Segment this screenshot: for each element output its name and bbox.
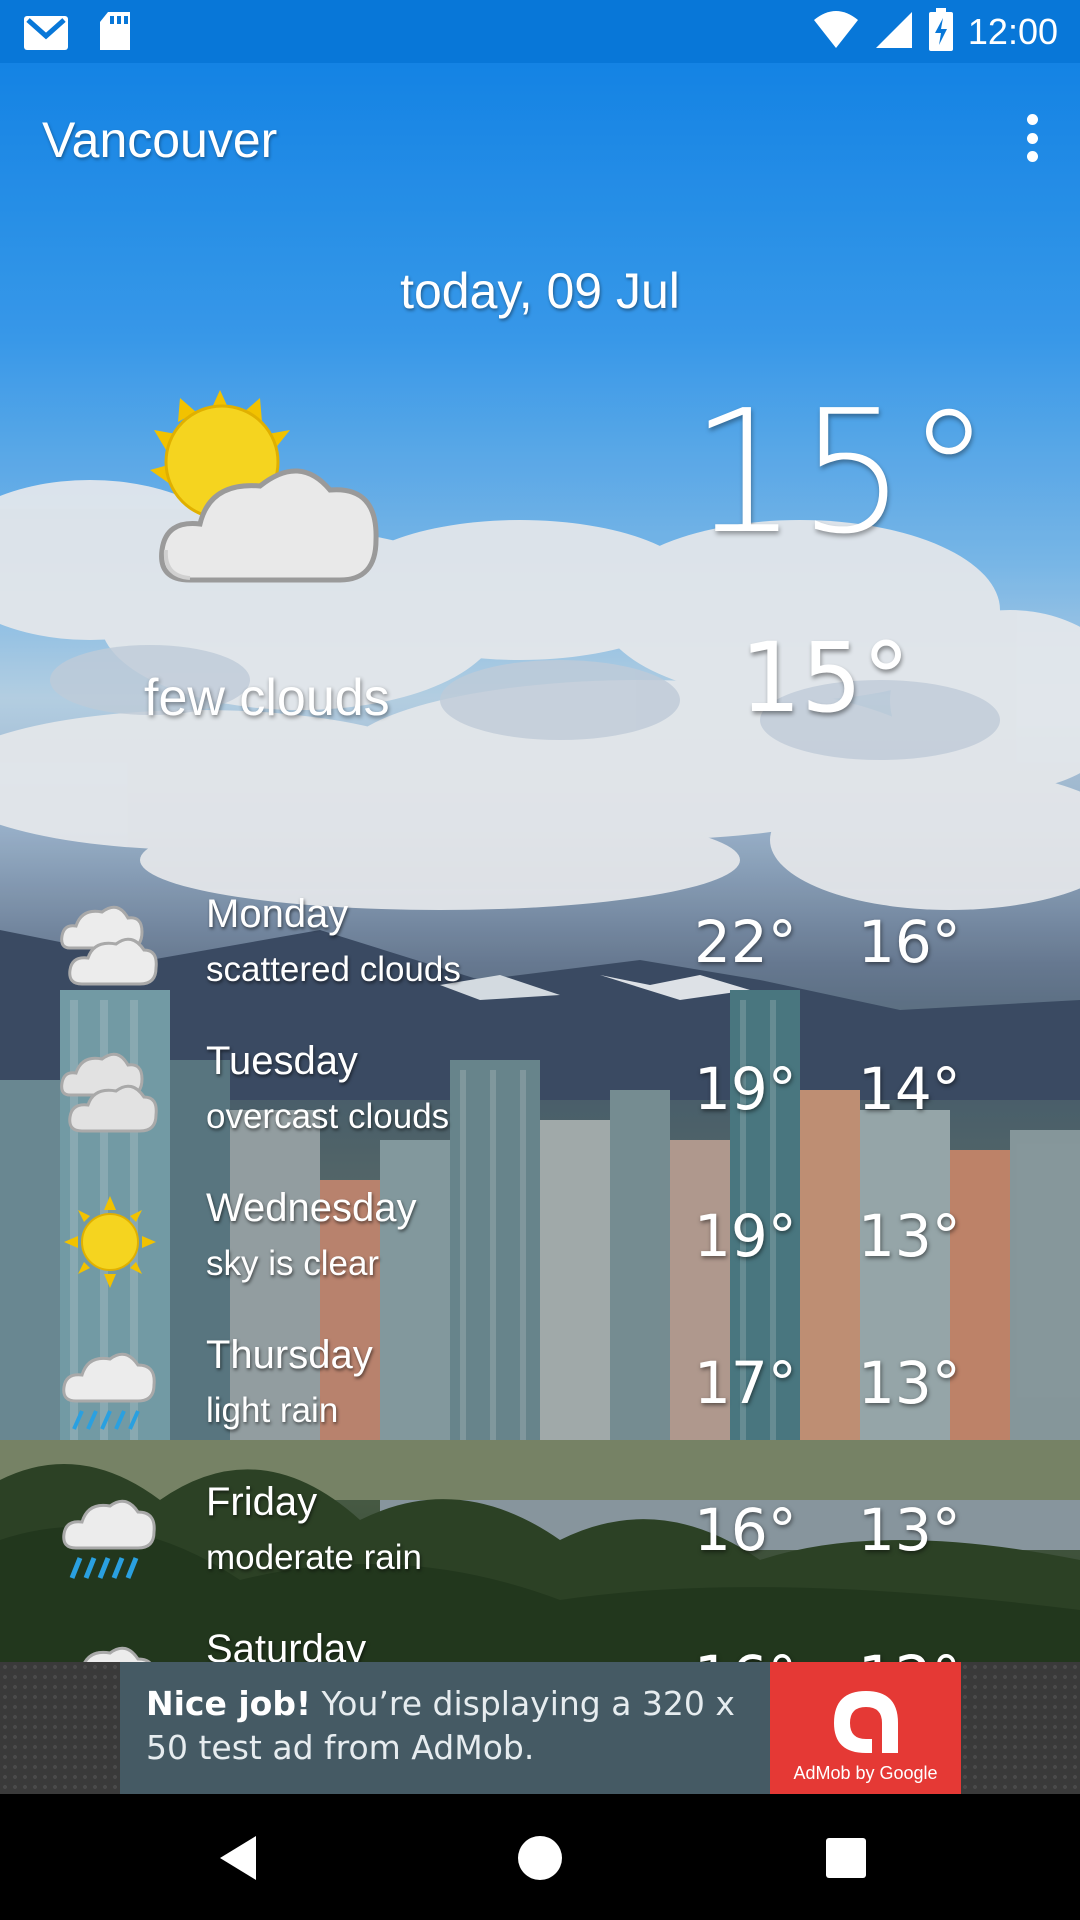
- clear-sky-icon: [60, 1192, 160, 1292]
- ad-bold: Nice job!: [146, 1684, 312, 1723]
- forecast-desc: light rain: [206, 1391, 339, 1430]
- city-title: Vancouver: [42, 112, 278, 168]
- gmail-icon: [22, 10, 70, 56]
- admob-logo: AdMob by Google: [770, 1662, 961, 1794]
- forecast-desc: moderate rain: [206, 1538, 422, 1577]
- few-clouds-icon: [150, 390, 390, 614]
- forecast-low: 13°: [858, 1349, 961, 1417]
- forecast-row-friday[interactable]: Friday moderate rain 16° 13°: [0, 1468, 1080, 1615]
- admob-caption: AdMob by Google: [793, 1763, 938, 1783]
- forecast-desc: overcast clouds: [206, 1097, 450, 1136]
- wifi-icon: [812, 10, 860, 54]
- app-bar: Vancouver: [0, 63, 1080, 213]
- signal-icon: [874, 10, 914, 54]
- forecast-desc: scattered clouds: [206, 950, 461, 989]
- current-date: today, 09 Jul: [400, 263, 680, 319]
- home-icon[interactable]: [510, 1832, 570, 1884]
- forecast-high: 19°: [694, 1202, 797, 1270]
- current-condition: few clouds: [144, 669, 390, 727]
- forecast-row-monday[interactable]: Monday scattered clouds 22° 16°: [0, 880, 1080, 1027]
- light-rain-icon: [60, 1339, 160, 1439]
- recents-icon[interactable]: [816, 1832, 876, 1884]
- more-vert-icon[interactable]: [1010, 108, 1054, 168]
- forecast-low: 13°: [858, 1202, 961, 1270]
- forecast-high: 17°: [694, 1349, 797, 1417]
- forecast-low: 14°: [858, 1055, 961, 1123]
- sd-card-icon: [98, 10, 132, 56]
- forecast-row-thursday[interactable]: Thursday light rain 17° 13°: [0, 1321, 1080, 1468]
- forecast-high: 19°: [694, 1055, 797, 1123]
- ad-banner-area: Nice job! You’re displaying a 320 x 50 t…: [0, 1662, 1080, 1794]
- ad-text: Nice job! You’re displaying a 320 x 50 t…: [120, 1662, 770, 1794]
- ad-banner[interactable]: Nice job! You’re displaying a 320 x 50 t…: [120, 1662, 961, 1794]
- forecast-low: 13°: [858, 1496, 961, 1564]
- forecast-row-tuesday[interactable]: Tuesday overcast clouds 19° 14°: [0, 1027, 1080, 1174]
- status-time: 12:00: [967, 10, 1058, 52]
- forecast-desc: sky is clear: [206, 1244, 380, 1283]
- current-temperature: 15°: [690, 374, 992, 572]
- moderate-rain-icon: [60, 1486, 160, 1586]
- forecast-day: Tuesday: [206, 1039, 358, 1083]
- forecast-row-wednesday[interactable]: Wednesday sky is clear 19° 13°: [0, 1174, 1080, 1321]
- forecast-day: Wednesday: [206, 1186, 417, 1230]
- forecast-day: Monday: [206, 892, 349, 936]
- forecast-day: Thursday: [206, 1333, 373, 1377]
- back-icon[interactable]: [212, 1832, 272, 1884]
- forecast-high: 22°: [694, 908, 797, 976]
- navigation-bar: [0, 1794, 1080, 1920]
- battery-charging-icon: [928, 7, 954, 56]
- admob-icon: [833, 1691, 898, 1753]
- forecast-low: 16°: [858, 908, 961, 976]
- forecast-day: Friday: [206, 1480, 318, 1524]
- status-bar: 12:00: [0, 0, 1080, 63]
- forecast-high: 16°: [694, 1496, 797, 1564]
- current-temperature-secondary: 15°: [740, 622, 911, 734]
- overcast-clouds-icon: [60, 1045, 160, 1145]
- scattered-clouds-icon: [60, 898, 160, 998]
